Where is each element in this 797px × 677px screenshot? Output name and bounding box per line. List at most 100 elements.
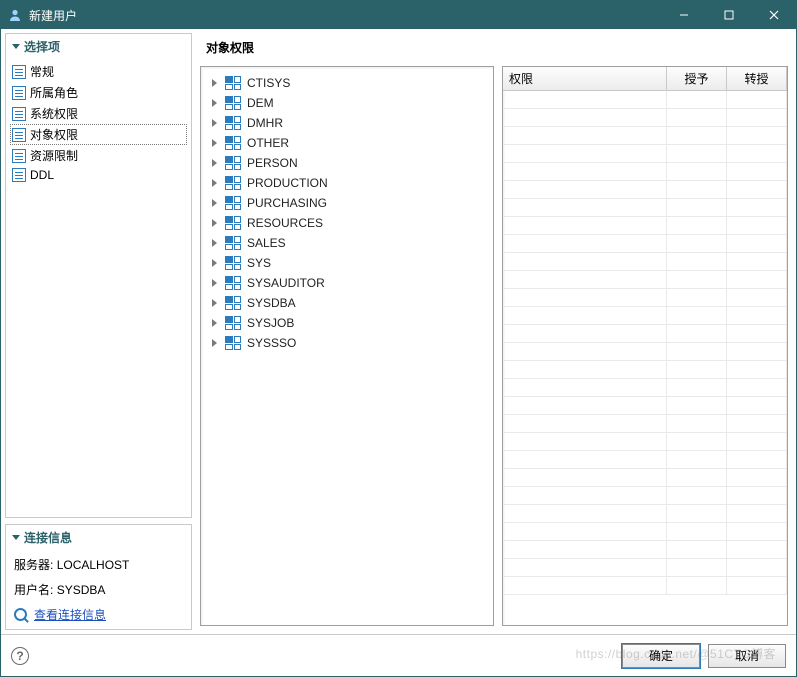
tree-item[interactable]: OTHER	[205, 133, 489, 153]
schema-icon	[225, 236, 241, 250]
connection-panel-title: 连接信息	[24, 529, 72, 546]
grid-row[interactable]	[503, 469, 787, 487]
nav-item-0[interactable]: 常规	[10, 61, 187, 82]
tree-item-label: SALES	[247, 236, 286, 250]
nav-item-1[interactable]: 所属角色	[10, 82, 187, 103]
tree-item-label: PERSON	[247, 156, 298, 170]
grid-row[interactable]	[503, 361, 787, 379]
chevron-right-icon	[211, 219, 219, 227]
tree-item-label: SYSAUDITOR	[247, 276, 325, 290]
grid-row[interactable]	[503, 163, 787, 181]
nav-item-3[interactable]: 对象权限	[10, 124, 187, 145]
chevron-right-icon	[211, 239, 219, 247]
grid-row[interactable]	[503, 235, 787, 253]
chevron-right-icon	[211, 279, 219, 287]
help-button[interactable]: ?	[11, 647, 29, 665]
chevron-right-icon	[211, 99, 219, 107]
grid-row[interactable]	[503, 91, 787, 109]
grid-row[interactable]	[503, 559, 787, 577]
dialog-body: 选择项 常规所属角色系统权限对象权限资源限制 DDL 连接信息 服务器: LOCA…	[1, 29, 796, 634]
grid-row[interactable]	[503, 415, 787, 433]
cancel-button[interactable]: 取消	[708, 644, 786, 668]
grid-row[interactable]	[503, 541, 787, 559]
view-connection-link-text[interactable]: 查看连接信息	[34, 606, 106, 623]
col-transfer[interactable]: 转授	[727, 67, 787, 90]
grid-row[interactable]	[503, 199, 787, 217]
grid-row[interactable]	[503, 523, 787, 541]
nav-item-2[interactable]: 系统权限	[10, 103, 187, 124]
tree-item[interactable]: SYSJOB	[205, 313, 489, 333]
tree-item[interactable]: SYSDBA	[205, 293, 489, 313]
page-icon	[12, 65, 26, 79]
tree-item[interactable]: PRODUCTION	[205, 173, 489, 193]
tree-item-label: SYSDBA	[247, 296, 296, 310]
connection-panel: 连接信息 服务器: LOCALHOST 用户名: SYSDBA 查看连接信息	[5, 524, 192, 630]
sidebar: 选择项 常规所属角色系统权限对象权限资源限制 DDL 连接信息 服务器: LOCA…	[1, 29, 196, 634]
grid-row[interactable]	[503, 127, 787, 145]
main-panels: CTISYS DEM DMHROTHER PERSON PRODUCTIONPURCHA…	[196, 62, 792, 630]
schema-icon	[225, 156, 241, 170]
grid-row[interactable]	[503, 325, 787, 343]
grid-row[interactable]	[503, 577, 787, 595]
grid-row[interactable]	[503, 307, 787, 325]
tree-item[interactable]: RESOURCES	[205, 213, 489, 233]
grid-row[interactable]	[503, 217, 787, 235]
grid-row[interactable]	[503, 289, 787, 307]
close-button[interactable]	[751, 1, 796, 29]
grid-row[interactable]	[503, 487, 787, 505]
tree-item[interactable]: SYS	[205, 253, 489, 273]
grid-row[interactable]	[503, 145, 787, 163]
maximize-button[interactable]	[706, 1, 751, 29]
schema-icon	[225, 76, 241, 90]
minimize-button[interactable]	[661, 1, 706, 29]
tree-item[interactable]: SALES	[205, 233, 489, 253]
col-grant[interactable]: 授予	[667, 67, 727, 90]
schema-icon	[225, 196, 241, 210]
tree-item[interactable]: DEM	[205, 93, 489, 113]
schema-icon	[225, 136, 241, 150]
options-panel-title: 选择项	[24, 38, 60, 55]
grid-row[interactable]	[503, 181, 787, 199]
col-permission[interactable]: 权限	[503, 67, 667, 90]
options-panel-header[interactable]: 选择项	[6, 34, 191, 59]
grid-row[interactable]	[503, 253, 787, 271]
username-label: 用户名: SYSDBA	[14, 581, 183, 598]
dialog-window: 新建用户 选择项 常规所属角色系统权限对象权限资源限制DDL 连接信息 服务器:…	[0, 0, 797, 677]
grid-row[interactable]	[503, 379, 787, 397]
connection-panel-header[interactable]: 连接信息	[6, 525, 191, 550]
grid-row[interactable]	[503, 109, 787, 127]
grid-row[interactable]	[503, 451, 787, 469]
grid-row[interactable]	[503, 505, 787, 523]
nav-item-5[interactable]: DDL	[10, 166, 187, 184]
tree-item-label: DEM	[247, 96, 274, 110]
options-nav-list: 常规所属角色系统权限对象权限资源限制 DDL	[6, 59, 191, 190]
tree-item[interactable]: CTISYS	[205, 73, 489, 93]
tree-item[interactable]: SYSAUDITOR	[205, 273, 489, 293]
tree-item-label: CTISYS	[247, 76, 290, 90]
schema-icon	[225, 216, 241, 230]
grid-header: 权限 授予 转授	[503, 67, 787, 91]
grid-row[interactable]	[503, 271, 787, 289]
grid-row[interactable]	[503, 343, 787, 361]
collapse-icon	[12, 535, 20, 540]
nav-item-4[interactable]: 资源限制	[10, 145, 187, 166]
chevron-right-icon	[211, 319, 219, 327]
collapse-icon	[12, 44, 20, 49]
nav-item-label: 资源限制	[30, 147, 78, 164]
permission-grid: 权限 授予 转授	[502, 66, 788, 626]
ok-button[interactable]: 确定	[622, 644, 700, 668]
chevron-right-icon	[211, 139, 219, 147]
chevron-right-icon	[211, 199, 219, 207]
schema-tree[interactable]: CTISYS DEM DMHROTHER PERSON PRODUCTIONPURCHA…	[200, 66, 494, 626]
tree-item[interactable]: SYSSSO	[205, 333, 489, 353]
grid-row[interactable]	[503, 397, 787, 415]
view-connection-link[interactable]: 查看连接信息	[14, 606, 183, 623]
tree-item[interactable]: DMHR	[205, 113, 489, 133]
grid-row[interactable]	[503, 433, 787, 451]
grid-body[interactable]	[503, 91, 787, 625]
main-area: 对象权限 CTISYSDEMDMHROTHERPERSONPRODUCTIONP…	[196, 29, 796, 634]
schema-icon	[225, 316, 241, 330]
tree-item[interactable]: PERSON	[205, 153, 489, 173]
schema-icon	[225, 256, 241, 270]
tree-item[interactable]: PURCHASING	[205, 193, 489, 213]
